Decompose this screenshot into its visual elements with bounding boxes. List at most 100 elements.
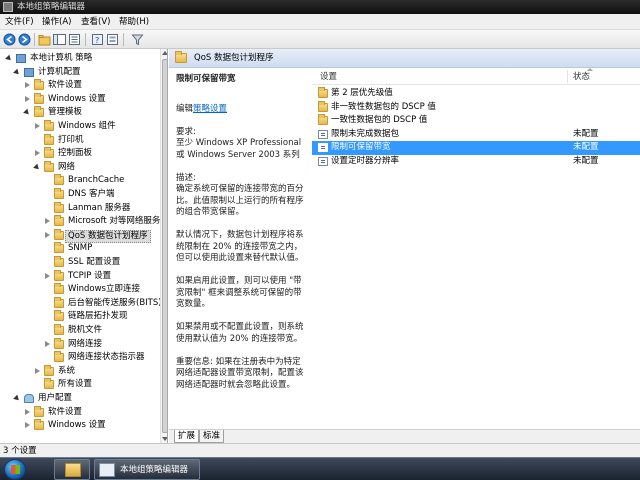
expand-arrow-icon[interactable]: [44, 231, 51, 239]
window-title: 本地组策略编辑器: [17, 2, 86, 12]
tree-item-label: SNMP: [68, 243, 93, 254]
setting-icon: [318, 157, 328, 166]
expand-arrow-icon[interactable]: [34, 367, 41, 375]
taskbar-app-label: 本地组策略编辑器: [120, 465, 189, 475]
tab-extended[interactable]: 扩展: [174, 430, 200, 443]
folder-icon: [54, 215, 64, 227]
tree-item-label: Windows 组件: [58, 121, 116, 131]
tree-scrollbar[interactable]: [160, 49, 167, 443]
folder-icon: [54, 228, 64, 240]
description: 描述: 确定系统可保留的连接带宽的百分比。此值限制以上运行的所有程序的组合带宽保留…: [176, 173, 306, 219]
menu-help[interactable]: 帮助(H): [119, 16, 149, 28]
expand-arrow-icon[interactable]: [24, 422, 31, 429]
collapse-arrow-icon[interactable]: [14, 69, 21, 76]
collapse-arrow-icon[interactable]: [24, 109, 31, 116]
column-setting[interactable]: 设置: [320, 71, 337, 83]
collapse-arrow-icon[interactable]: [14, 395, 21, 402]
description-paragraph: 如果启用此设置，则可以使用 "带宽限制" 框来调整系统可保留的带宽数量。: [176, 276, 302, 309]
collapse-arrow-icon[interactable]: [6, 55, 13, 62]
app-icon: [3, 2, 13, 12]
folder-icon: [34, 419, 44, 431]
tree-item-label: 网络: [58, 161, 76, 172]
scroll-thumb[interactable]: [162, 59, 167, 433]
menu-view[interactable]: 查看(V): [81, 16, 110, 28]
tree-item-label: 管理模板: [48, 107, 83, 118]
filter-icon[interactable]: [131, 33, 144, 46]
tree-item-label: 计算机配置: [38, 66, 81, 77]
expand-arrow-icon[interactable]: [34, 150, 41, 157]
up-folder-icon[interactable]: [38, 33, 51, 46]
description-panel: 限制可保留带宽 编辑策略设置 要求: 至少 Windows XP Professi…: [169, 68, 312, 429]
explorer-icon: [65, 463, 81, 477]
console-tree[interactable]: 本地计算机 策略 计算机配置 软件设置 Windows 设置 管理模板 Windows 组…: [0, 49, 168, 443]
list-item[interactable]: 一致性数据包的 DSCP 值: [312, 114, 640, 128]
tree-item-label: 脱机文件: [68, 325, 103, 335]
show-hide-tree-icon[interactable]: [53, 33, 66, 46]
forward-icon[interactable]: [18, 33, 31, 46]
expand-arrow-icon[interactable]: [34, 123, 41, 130]
edit-policy-link[interactable]: 策略设置: [193, 104, 227, 114]
setting-icon: [318, 129, 328, 139]
help-icon[interactable]: ?: [91, 33, 104, 46]
expand-arrow-icon[interactable]: [24, 82, 31, 89]
folder-icon: [44, 120, 54, 131]
expand-arrow-icon[interactable]: [44, 272, 51, 280]
setting-icon: [318, 143, 328, 153]
tree-item-label: DNS 客户端: [68, 189, 115, 199]
folder-icon: [318, 114, 328, 126]
list-item[interactable]: 设置定时器分辨率 未配置: [312, 155, 640, 169]
tree-item-label: 控制面板: [58, 148, 93, 159]
tree-item-label: 后台智能传送服务(BITS): [68, 297, 162, 308]
properties-icon[interactable]: [106, 33, 119, 46]
edit-prefix: 编辑: [176, 103, 194, 114]
list-item[interactable]: 限制未完成数据包 未配置: [312, 128, 640, 142]
folder-icon: [54, 256, 64, 267]
tree-item-label: SSL 配置设置: [68, 257, 121, 267]
folder-icon: [54, 324, 64, 335]
scroll-down-icon[interactable]: [162, 437, 167, 441]
setting-name: 设置定时器分辨率: [331, 156, 400, 166]
expand-arrow-icon[interactable]: [24, 95, 31, 103]
menu-file[interactable]: 文件(F): [5, 16, 34, 28]
folder-icon: [44, 147, 54, 159]
pane-title: QoS 数据包计划程序: [194, 53, 274, 63]
description-paragraph: 默认情况下，数据包计划程序将系统限制在 20% 的连接带宽之内，但可以使用此设置…: [176, 230, 304, 263]
setting-state: 未配置: [573, 128, 599, 139]
taskbar-gpedit[interactable]: 本地组策略编辑器: [94, 459, 200, 480]
folder-icon: [54, 296, 64, 308]
expand-arrow-icon[interactable]: [44, 340, 51, 348]
setting-name: 一致性数据包的 DSCP 值: [331, 115, 428, 126]
settings-list: 设置 状态 第 2 层优先级值 非一致性数据包的 DSCP 值一致性数据包的 DS…: [312, 68, 640, 429]
expand-arrow-icon[interactable]: [24, 408, 31, 416]
column-divider[interactable]: [567, 70, 568, 83]
details-pane: QoS 数据包计划程序 限制可保留带宽 编辑策略设置 要求: 至少 Windows…: [169, 49, 640, 443]
export-icon[interactable]: [68, 33, 81, 46]
description-paragraph: 重要信息: 如果在注册表中为特定网络适配器设置带宽限制，配置该网络适配器时就会忽…: [176, 356, 304, 390]
tab-standard[interactable]: 标准: [199, 430, 225, 443]
expand-arrow-icon[interactable]: [44, 218, 51, 225]
folder-icon: [54, 201, 64, 213]
list-item[interactable]: 限制可保留带宽 未配置: [312, 141, 640, 155]
menu-action[interactable]: 操作(A): [42, 16, 71, 28]
taskbar-explorer[interactable]: [54, 459, 90, 480]
start-button[interactable]: [4, 459, 26, 480]
back-icon[interactable]: [3, 33, 16, 46]
list-item[interactable]: 第 2 层优先级值: [312, 87, 640, 101]
view-tabs: 扩展 标准: [169, 429, 640, 443]
description-paragraph: 如果禁用或不配置此设置，则系统使用默认值为 20% 的连接带宽。: [176, 322, 304, 344]
collapse-arrow-icon[interactable]: [34, 164, 41, 171]
folder-icon: [54, 174, 64, 186]
folder-icon: [34, 92, 44, 104]
tree-item-label: 系统: [58, 365, 76, 376]
menu-bar: 文件(F) 操作(A) 查看(V) 帮助(H): [0, 14, 640, 30]
list-item[interactable]: 非一致性数据包的 DSCP 值: [312, 100, 640, 115]
pane-header: QoS 数据包计划程序: [169, 49, 640, 68]
list-column-header: 设置 状态: [312, 68, 640, 85]
scroll-up-icon[interactable]: [162, 51, 167, 55]
tree-item-label: BranchCache: [68, 175, 125, 186]
folder-icon: [44, 364, 54, 376]
folder-icon: [34, 405, 44, 417]
tree-item-label: 所有设置: [58, 379, 93, 390]
folder-icon: [34, 106, 44, 118]
column-state[interactable]: 状态: [573, 71, 590, 83]
